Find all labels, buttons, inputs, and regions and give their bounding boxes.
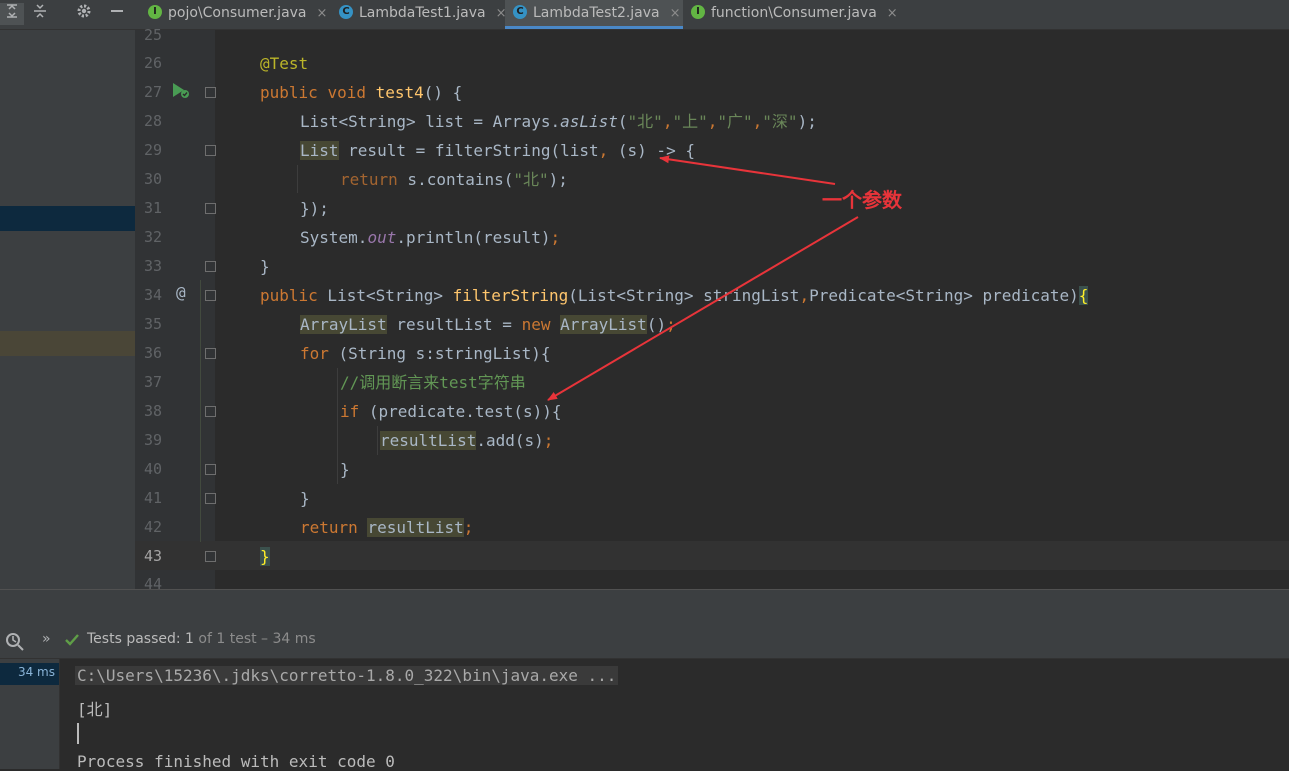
test-status: Tests passed: 1 of 1 test – 34 ms: [87, 631, 316, 647]
run-toolbar: » Tests passed: 1 of 1 test – 34 ms: [0, 623, 1289, 659]
console-output-line: [北]: [77, 700, 113, 719]
check-icon: [64, 632, 80, 651]
annotation-label: 一个参数: [822, 188, 902, 212]
console-command-line[interactable]: C:\Users\15236\.jdks\corretto-1.8.0_322\…: [75, 666, 619, 685]
console-caret: [77, 723, 79, 744]
test-duration: 34 ms: [17, 665, 55, 679]
clock-icon[interactable]: [5, 632, 25, 656]
test-results-tree[interactable]: 34 ms: [0, 659, 60, 769]
console-exit-line: Process finished with exit code 0: [77, 752, 395, 771]
annotation-arrow-to-parameter: [659, 155, 836, 185]
annotation-arrow-to-predicate-test: [547, 216, 859, 401]
tool-window-divider[interactable]: [0, 589, 1289, 623]
double-chevron-icon[interactable]: »: [42, 631, 51, 647]
